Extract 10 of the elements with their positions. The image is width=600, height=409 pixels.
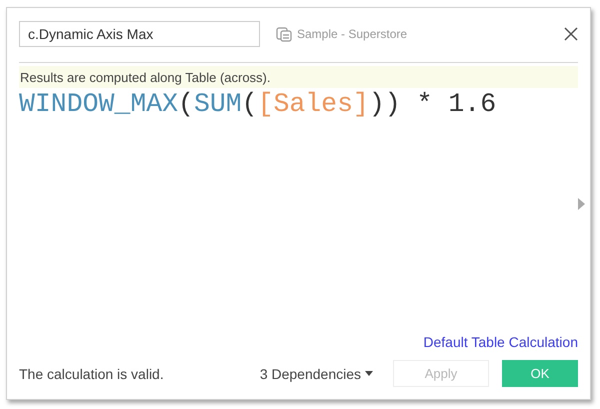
info-message: Results are computed along Table (across). [19, 66, 578, 88]
name-field[interactable]: c.Dynamic Axis Max [19, 21, 260, 47]
database-icon [276, 26, 292, 42]
formula-text[interactable]: WINDOW_MAX(SUM([Sales])) * 1.6 [19, 88, 578, 120]
validation-status: The calculation is valid. [19, 366, 165, 382]
data-source-label: Sample - Superstore [297, 27, 408, 41]
close-button[interactable] [564, 27, 578, 41]
default-table-calculation-link[interactable]: Default Table Calculation [423, 334, 578, 350]
caret-icon [365, 371, 373, 376]
dependencies-dropdown[interactable]: 3 Dependencies [260, 366, 373, 382]
